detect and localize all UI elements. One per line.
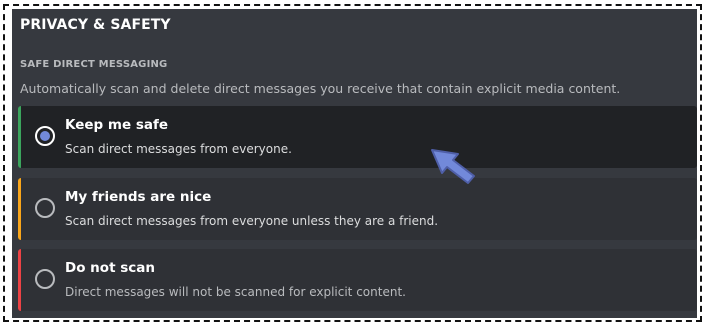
option-description: Direct messages will not be scanned for … bbox=[65, 285, 406, 299]
option-do-not-scan[interactable]: Do not scan Direct messages will not be … bbox=[18, 249, 697, 311]
page-title: PRIVACY & SAFETY bbox=[20, 17, 171, 33]
safe-direct-messaging-header: SAFE DIRECT MESSAGING bbox=[20, 59, 168, 70]
option-description: Scan direct messages from everyone. bbox=[65, 142, 292, 156]
option-label: My friends are nice bbox=[65, 189, 212, 205]
option-label: Do not scan bbox=[65, 260, 155, 276]
section-description: Automatically scan and delete direct mes… bbox=[20, 81, 621, 96]
option-description: Scan direct messages from everyone unles… bbox=[65, 214, 439, 228]
radio-selected-icon[interactable] bbox=[35, 126, 55, 146]
privacy-safety-panel: PRIVACY & SAFETY SAFE DIRECT MESSAGING A… bbox=[12, 9, 697, 318]
option-keep-me-safe[interactable]: Keep me safe Scan direct messages from e… bbox=[18, 106, 697, 168]
option-my-friends-are-nice[interactable]: My friends are nice Scan direct messages… bbox=[18, 178, 697, 240]
option-label: Keep me safe bbox=[65, 117, 168, 133]
radio-unselected-icon[interactable] bbox=[35, 198, 55, 218]
arrow-pointer-icon bbox=[431, 149, 475, 184]
radio-unselected-icon[interactable] bbox=[35, 269, 55, 289]
arrow-pointer-shape bbox=[431, 149, 475, 184]
